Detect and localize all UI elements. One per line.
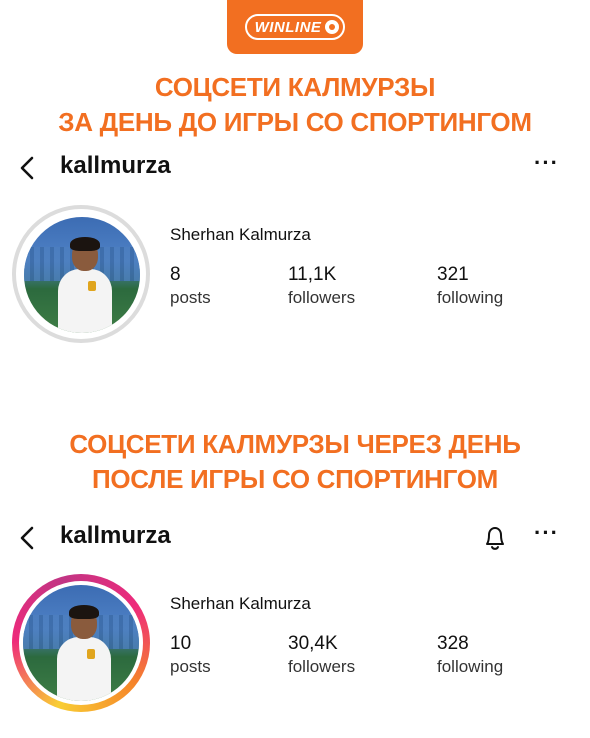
back-icon[interactable] — [16, 154, 40, 182]
full-name: Sherhan Kalmurza — [170, 225, 311, 244]
stat-following-value: 328 — [437, 633, 469, 654]
photo-shirt — [57, 637, 111, 701]
back-icon[interactable] — [16, 524, 40, 552]
avatar-frame — [19, 212, 143, 336]
photo-badge — [88, 281, 96, 291]
stat-following-value: 321 — [437, 264, 469, 285]
headline-before: СОЦСЕТИ КАЛМУРЗЫ ЗА ДЕНЬ ДО ИГРЫ СО СПОР… — [0, 70, 590, 140]
avatar-photo — [23, 585, 139, 701]
profile-topbar: kallmurza ··· — [0, 148, 590, 188]
more-icon[interactable]: ··· — [534, 520, 559, 546]
more-icon[interactable]: ··· — [534, 150, 559, 176]
username: kallmurza — [60, 152, 171, 179]
stat-followers-label: followers — [288, 288, 356, 307]
headline-after-line1: СОЦСЕТИ КАЛМУРЗЫ ЧЕРЕЗ ДЕНЬ — [69, 429, 521, 459]
stat-followers[interactable]: 30,4K followers — [288, 632, 355, 678]
full-name: Sherhan Kalmurza — [170, 594, 311, 613]
profile-before: kallmurza ··· Sherhan Kalmurza 8 posts 1… — [0, 148, 590, 348]
username: kallmurza — [60, 522, 171, 549]
stat-posts-value: 10 — [170, 633, 192, 654]
photo-hair — [69, 605, 99, 619]
avatar[interactable] — [12, 574, 150, 712]
stat-followers-label: followers — [288, 657, 356, 676]
bell-icon[interactable] — [482, 524, 508, 552]
avatar-frame — [19, 581, 143, 705]
stat-posts[interactable]: 10 posts — [170, 632, 211, 678]
profile-after: kallmurza ··· Sherhan Kalmurza 10 posts … — [0, 518, 590, 738]
stat-posts-value: 8 — [170, 264, 181, 285]
photo-badge — [87, 649, 95, 659]
stat-following[interactable]: 321 following — [437, 263, 503, 309]
avatar[interactable] — [12, 205, 150, 343]
headline-after-line2: ПОСЛЕ ИГРЫ СО СПОРТИНГОМ — [92, 464, 498, 494]
stat-following[interactable]: 328 following — [437, 632, 503, 678]
stat-followers[interactable]: 11,1K followers — [288, 263, 355, 309]
stat-followers-value: 11,1K — [288, 264, 337, 285]
stat-posts[interactable]: 8 posts — [170, 263, 211, 309]
stat-following-label: following — [437, 288, 504, 307]
stat-following-label: following — [437, 657, 504, 676]
headline-before-line2: ЗА ДЕНЬ ДО ИГРЫ СО СПОРТИНГОМ — [58, 107, 532, 137]
profile-topbar: kallmurza ··· — [0, 518, 590, 558]
stat-posts-label: posts — [170, 657, 211, 676]
brand-name: WINLINE — [254, 18, 322, 36]
brand-dot-icon — [325, 20, 340, 34]
avatar-photo — [24, 217, 140, 333]
headline-after: СОЦСЕТИ КАЛМУРЗЫ ЧЕРЕЗ ДЕНЬ ПОСЛЕ ИГРЫ С… — [0, 427, 590, 497]
stat-posts-label: posts — [170, 288, 211, 307]
brand-pill: WINLINE — [244, 14, 346, 40]
stat-followers-value: 30,4K — [288, 633, 338, 654]
photo-hair — [70, 237, 100, 251]
brand-logo: WINLINE — [227, 0, 363, 54]
headline-before-line1: СОЦСЕТИ КАЛМУРЗЫ — [154, 72, 436, 102]
photo-shirt — [58, 269, 112, 333]
